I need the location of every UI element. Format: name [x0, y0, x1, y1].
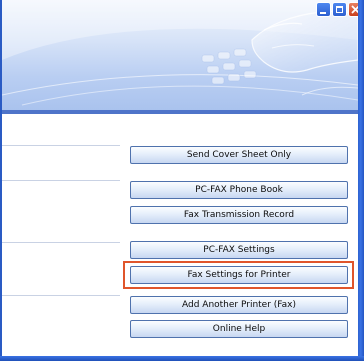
online-help-button[interactable]: Online Help [130, 320, 348, 338]
pc-fax-phone-book-button[interactable]: PC-FAX Phone Book [130, 181, 348, 199]
send-cover-sheet-only-button[interactable]: Send Cover Sheet Only [130, 146, 348, 164]
minimize-button[interactable] [316, 2, 331, 17]
section-divider [2, 145, 120, 146]
maximize-button[interactable] [332, 2, 347, 17]
section-divider [2, 180, 120, 181]
close-icon [351, 5, 358, 14]
pc-fax-settings-button[interactable]: PC-FAX Settings [130, 241, 348, 259]
section-divider [2, 295, 120, 296]
window-frame-bottom [0, 356, 364, 361]
add-another-printer-fax-button[interactable]: Add Another Printer (Fax) [130, 296, 348, 314]
close-button[interactable] [348, 2, 358, 17]
fax-hand-illustration [2, 0, 358, 106]
header-banner [2, 0, 358, 110]
maximize-icon [336, 6, 343, 13]
minimize-icon [320, 12, 326, 14]
header-divider-band [2, 110, 358, 114]
selection-highlight-frame [123, 261, 354, 289]
fax-transmission-record-button[interactable]: Fax Transmission Record [130, 206, 348, 224]
section-divider [2, 242, 120, 243]
window-frame-right [358, 0, 364, 361]
